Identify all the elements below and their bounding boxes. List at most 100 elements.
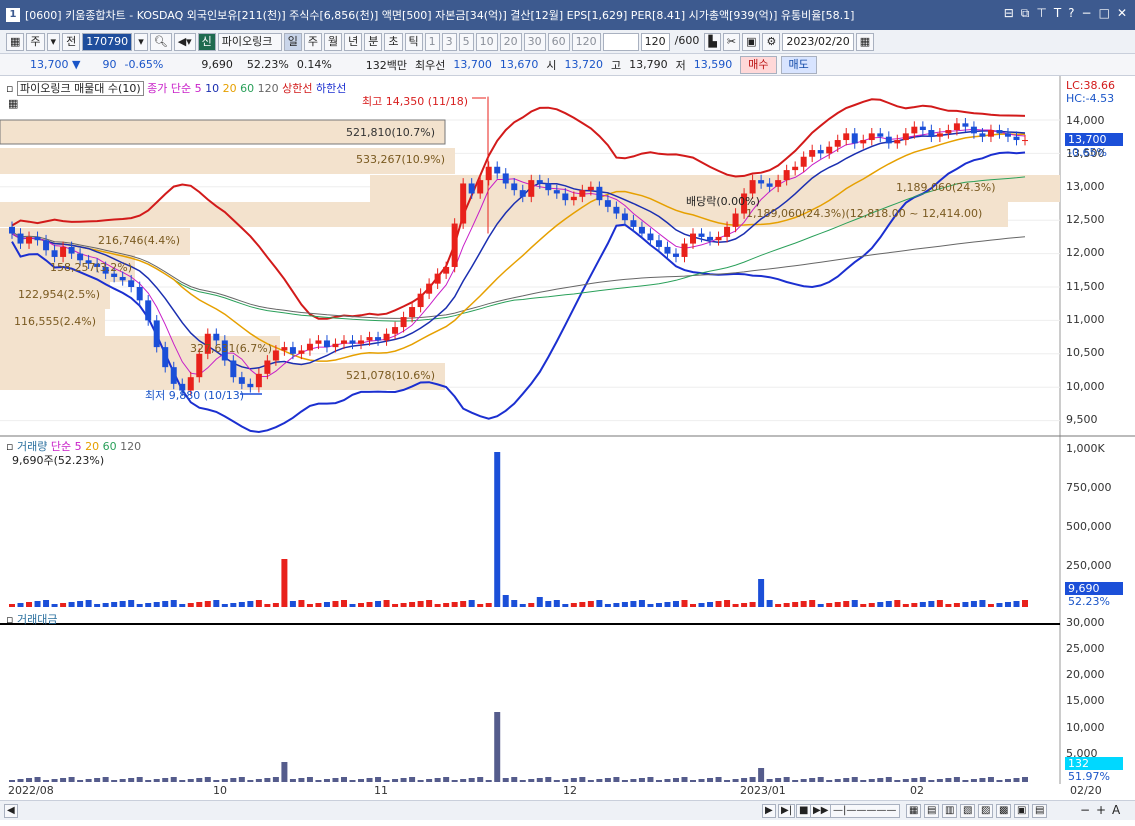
minimize-icon[interactable]: − xyxy=(1082,6,1092,21)
maximize-icon[interactable]: □ xyxy=(1099,6,1110,21)
volume-bar xyxy=(885,601,892,607)
indicator-icon[interactable]: ▙ xyxy=(704,32,721,51)
text-icon[interactable]: T xyxy=(1054,6,1061,21)
tab-tick[interactable]: 틱 xyxy=(404,32,423,51)
sell-button[interactable]: 매도 xyxy=(780,55,817,74)
amount-bar xyxy=(562,779,569,782)
candle-body xyxy=(996,130,1003,134)
help-icon[interactable]: ? xyxy=(1068,6,1074,21)
amount-bar xyxy=(536,778,543,782)
layout-h-icon[interactable]: ▤ xyxy=(1032,804,1048,818)
amount-bar xyxy=(741,778,748,782)
fast-forward-icon[interactable]: ▶▶ xyxy=(810,804,832,818)
period-select[interactable]: 주 xyxy=(26,32,45,51)
amount-bar xyxy=(843,778,850,782)
interval-60[interactable]: 60 xyxy=(547,32,570,51)
calendar-icon[interactable]: ▦ xyxy=(855,32,875,51)
candle-body xyxy=(332,343,339,348)
tab-week[interactable]: 주 xyxy=(303,32,323,51)
scroll-end-icon[interactable]: ▶| xyxy=(778,804,796,818)
layout-icon[interactable]: ⊟ xyxy=(1004,6,1014,21)
volume-bar xyxy=(962,602,969,607)
volume-current-note: 9,690주(52.23%) xyxy=(12,454,105,467)
tools-icon[interactable]: ✂ xyxy=(722,32,741,51)
settings-icon[interactable]: ⚙ xyxy=(762,32,781,51)
amount-bar xyxy=(587,780,594,782)
interval-20[interactable]: 20 xyxy=(499,32,522,51)
save-icon[interactable]: ▣ xyxy=(742,32,761,51)
upper-band-label: 상한선 xyxy=(282,82,313,95)
tab-minute[interactable]: 분 xyxy=(364,32,383,51)
amount-bar xyxy=(298,778,305,782)
volume-bar xyxy=(715,601,722,607)
tab-year[interactable]: 년 xyxy=(344,32,363,51)
tab-month[interactable]: 월 xyxy=(324,32,343,51)
tab-second[interactable]: 초 xyxy=(384,32,403,51)
auto-scale-icon[interactable]: A xyxy=(1112,803,1120,817)
candle-body xyxy=(443,266,450,274)
interval-120[interactable]: 120 xyxy=(571,32,601,51)
pin-icon[interactable]: ⊤ xyxy=(1036,6,1046,21)
amount-bar xyxy=(732,779,739,782)
price-legend-name[interactable]: 파이오링크 매물대 수(10) xyxy=(16,81,144,96)
tab-day[interactable]: 일 xyxy=(283,32,302,51)
layout-a-icon[interactable]: ▦ xyxy=(906,804,922,818)
candle-body xyxy=(468,183,475,194)
volume-bar xyxy=(860,604,867,607)
layout-b-icon[interactable]: ▤ xyxy=(924,804,940,818)
volume-bar xyxy=(221,604,228,607)
grid-icon[interactable]: ▦ xyxy=(6,32,25,51)
amount-legend: ▫ 거래대금 xyxy=(6,611,57,627)
volume-bar xyxy=(366,602,373,607)
candle-body xyxy=(613,206,620,214)
amount-bar xyxy=(102,777,109,782)
stock-code-input[interactable]: 170790 xyxy=(82,32,133,51)
speaker-icon[interactable]: ◀︎▾ xyxy=(173,32,196,51)
date-input[interactable]: 2023/02/20 xyxy=(782,32,854,51)
interval-30[interactable]: 30 xyxy=(523,32,546,51)
stock-name-field: 파이오링크 xyxy=(217,32,282,51)
layout-f-icon[interactable]: ▩ xyxy=(996,804,1012,818)
collapse-icon[interactable]: ▫ xyxy=(6,82,13,95)
best-label: 최우선 xyxy=(415,58,446,72)
profile-icon[interactable]: ▦ xyxy=(8,97,18,110)
candle-body xyxy=(60,246,67,257)
copy-window-icon[interactable]: ⧉ xyxy=(1021,6,1030,21)
count-input[interactable]: 120 xyxy=(640,32,670,51)
amount-bar xyxy=(187,779,194,782)
candle-body xyxy=(604,200,611,207)
zoom-out-icon[interactable]: − xyxy=(1080,803,1090,817)
interval-input[interactable] xyxy=(602,32,639,51)
close-icon[interactable]: ✕ xyxy=(1117,6,1127,21)
code-prefix-select[interactable]: 전 xyxy=(62,32,81,51)
amount-collapse-icon[interactable]: ▫ xyxy=(6,613,13,626)
candle-body xyxy=(502,173,509,184)
layout-e-icon[interactable]: ▨ xyxy=(978,804,994,818)
amount-bar xyxy=(800,779,807,782)
layout-c-icon[interactable]: ▥ xyxy=(942,804,958,818)
layout-g-icon[interactable]: ▣ xyxy=(1014,804,1030,818)
buy-button[interactable]: 매수 xyxy=(740,55,777,74)
interval-5[interactable]: 5 xyxy=(458,32,474,51)
chart-scrollbar[interactable]: ◀ ▶ ▶| ■ ▶▶ —|————— ▦ ▤ ▥ ▧ ▨ ▩ ▣ ▤ − + … xyxy=(0,800,1135,820)
interval-10[interactable]: 10 xyxy=(475,32,498,51)
chevron-down-icon[interactable]: ▾ xyxy=(46,32,61,51)
x-label-12: 12 xyxy=(563,784,577,797)
zoom-slider[interactable]: —|————— xyxy=(830,804,900,818)
volume-bar xyxy=(741,603,748,607)
amount-bar xyxy=(672,778,679,782)
volume-bar xyxy=(655,603,662,607)
scroll-next-icon[interactable]: ▶ xyxy=(762,804,776,818)
code-dropdown-icon[interactable]: ▾ xyxy=(134,32,148,51)
open-price: 13,720 xyxy=(564,58,604,71)
interval-3[interactable]: 3 xyxy=(441,32,457,51)
candle-body xyxy=(570,196,577,201)
volume-bar xyxy=(936,600,943,607)
layout-d-icon[interactable]: ▧ xyxy=(960,804,976,818)
scroll-left-icon[interactable]: ◀ xyxy=(4,804,18,818)
search-icon[interactable]: 🔍︎ xyxy=(149,32,172,51)
amount-legend-name: 거래대금 xyxy=(16,613,58,626)
zoom-in-icon[interactable]: + xyxy=(1096,803,1106,817)
volume-bar xyxy=(485,603,492,607)
interval-1[interactable]: 1 xyxy=(424,32,440,51)
